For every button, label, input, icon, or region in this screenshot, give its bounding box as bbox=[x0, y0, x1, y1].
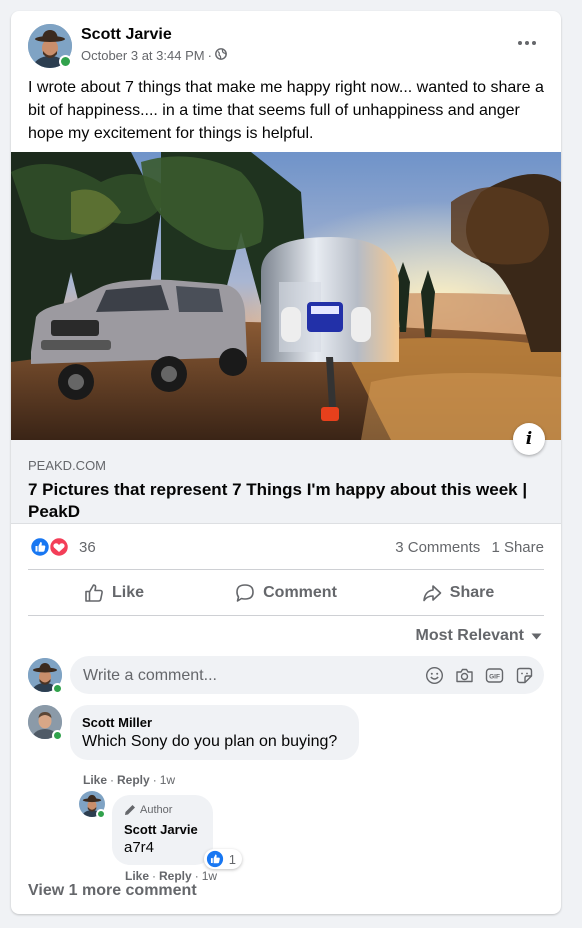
reply-bubble: Author Scott Jarvie a7r4 1 bbox=[112, 795, 242, 869]
reaction-icons[interactable] bbox=[29, 536, 71, 558]
comment-input[interactable]: Write a comment... GIF bbox=[70, 656, 544, 694]
camera-icon[interactable] bbox=[455, 666, 474, 685]
author-badge-label: Author bbox=[140, 804, 173, 816]
post-timestamp[interactable]: October 3 at 3:44 PM bbox=[81, 48, 205, 63]
reaction-stats: 36 3 Comments 1 Share bbox=[28, 536, 544, 558]
comment-share-counts: 3 Comments 1 Share bbox=[395, 539, 544, 556]
comment-icon bbox=[236, 584, 254, 602]
comment-bubble: Scott Miller Which Sony do you plan on b… bbox=[70, 705, 359, 760]
author-badge: Author bbox=[124, 804, 172, 816]
comment-composer: Write a comment... GIF bbox=[28, 656, 544, 696]
emoji-icon[interactable] bbox=[425, 666, 444, 685]
sticker-icon[interactable] bbox=[515, 666, 534, 685]
reply-author[interactable]: Scott Jarvie bbox=[124, 822, 198, 837]
like-icon bbox=[29, 536, 51, 558]
reply-like-link[interactable]: Like bbox=[125, 869, 149, 883]
reply-sep: · bbox=[152, 869, 157, 883]
meta-separator: · bbox=[207, 48, 212, 63]
reply-reaction-count: 1 bbox=[228, 851, 236, 867]
post-meta: October 3 at 3:44 PM · bbox=[81, 48, 227, 63]
sort-label: Most Relevant bbox=[415, 627, 524, 644]
action-bar: Like Comment Share bbox=[28, 572, 544, 614]
link-domain: PEAKD.COM bbox=[28, 458, 107, 473]
post-author-name[interactable]: Scott Jarvie bbox=[81, 26, 172, 44]
gif-icon[interactable]: GIF bbox=[485, 666, 504, 685]
comment-button[interactable]: Comment bbox=[200, 572, 372, 614]
reply-reply-link[interactable]: Reply bbox=[159, 869, 192, 883]
like-button[interactable]: Like bbox=[28, 572, 200, 614]
share-icon bbox=[422, 585, 442, 602]
post-card: Scott Jarvie October 3 at 3:44 PM · I wr… bbox=[11, 11, 561, 914]
commenter-online-icon bbox=[52, 730, 63, 741]
reply-text: a7r4 bbox=[124, 839, 155, 856]
reply-sep: · bbox=[194, 869, 199, 883]
globe-icon[interactable] bbox=[215, 48, 227, 63]
reaction-count[interactable]: 36 bbox=[79, 539, 96, 556]
like-icon bbox=[206, 850, 223, 868]
share-button[interactable]: Share bbox=[372, 572, 544, 614]
stats-divider bbox=[28, 569, 544, 570]
post-text: I wrote about 7 things that make me happ… bbox=[28, 79, 544, 142]
share-label: Share bbox=[449, 584, 495, 601]
link-preview-info[interactable]: i PEAKD.COM 7 Pictures that represent 7 … bbox=[11, 423, 561, 524]
comment-text: Which Sony do you plan on buying? bbox=[82, 733, 338, 750]
info-icon[interactable]: i bbox=[513, 423, 545, 455]
reply-item: Author Scott Jarvie a7r4 1 Like · Reply … bbox=[79, 783, 544, 883]
reply-reaction-badge[interactable]: 1 bbox=[203, 849, 242, 869]
viewer-online-icon bbox=[52, 683, 63, 694]
svg-text:GIF: GIF bbox=[489, 674, 500, 681]
link-preview-image[interactable] bbox=[11, 152, 561, 440]
comment-label: Comment bbox=[263, 584, 337, 601]
comment-count[interactable]: 3 Comments bbox=[395, 539, 480, 556]
share-count[interactable]: 1 Share bbox=[491, 539, 544, 556]
like-label: Like bbox=[111, 584, 144, 601]
reply-time[interactable]: 1w bbox=[202, 869, 217, 883]
comment-sort-dropdown[interactable]: Most Relevant bbox=[416, 627, 542, 645]
love-icon bbox=[48, 536, 70, 558]
like-outline-icon bbox=[85, 584, 103, 602]
post-header: Scott Jarvie October 3 at 3:44 PM · bbox=[28, 24, 549, 70]
link-title[interactable]: 7 Pictures that represent 7 Things I'm h… bbox=[28, 479, 528, 523]
view-more-comments-link[interactable]: View 1 more comment bbox=[28, 882, 197, 900]
comment-author[interactable]: Scott Miller bbox=[82, 715, 152, 730]
reply-online-icon bbox=[96, 809, 106, 819]
more-options-icon[interactable] bbox=[513, 34, 541, 52]
caret-down-icon bbox=[531, 633, 542, 639]
comment-item: Scott Miller Which Sony do you plan on b… bbox=[28, 705, 544, 787]
online-status-icon bbox=[59, 55, 72, 68]
comment-placeholder: Write a comment... bbox=[83, 667, 217, 684]
reply-actions: Like · Reply · 1w bbox=[125, 869, 217, 883]
composer-icons: GIF bbox=[425, 666, 534, 685]
pencil-icon bbox=[125, 805, 135, 815]
actions-divider bbox=[28, 615, 544, 616]
